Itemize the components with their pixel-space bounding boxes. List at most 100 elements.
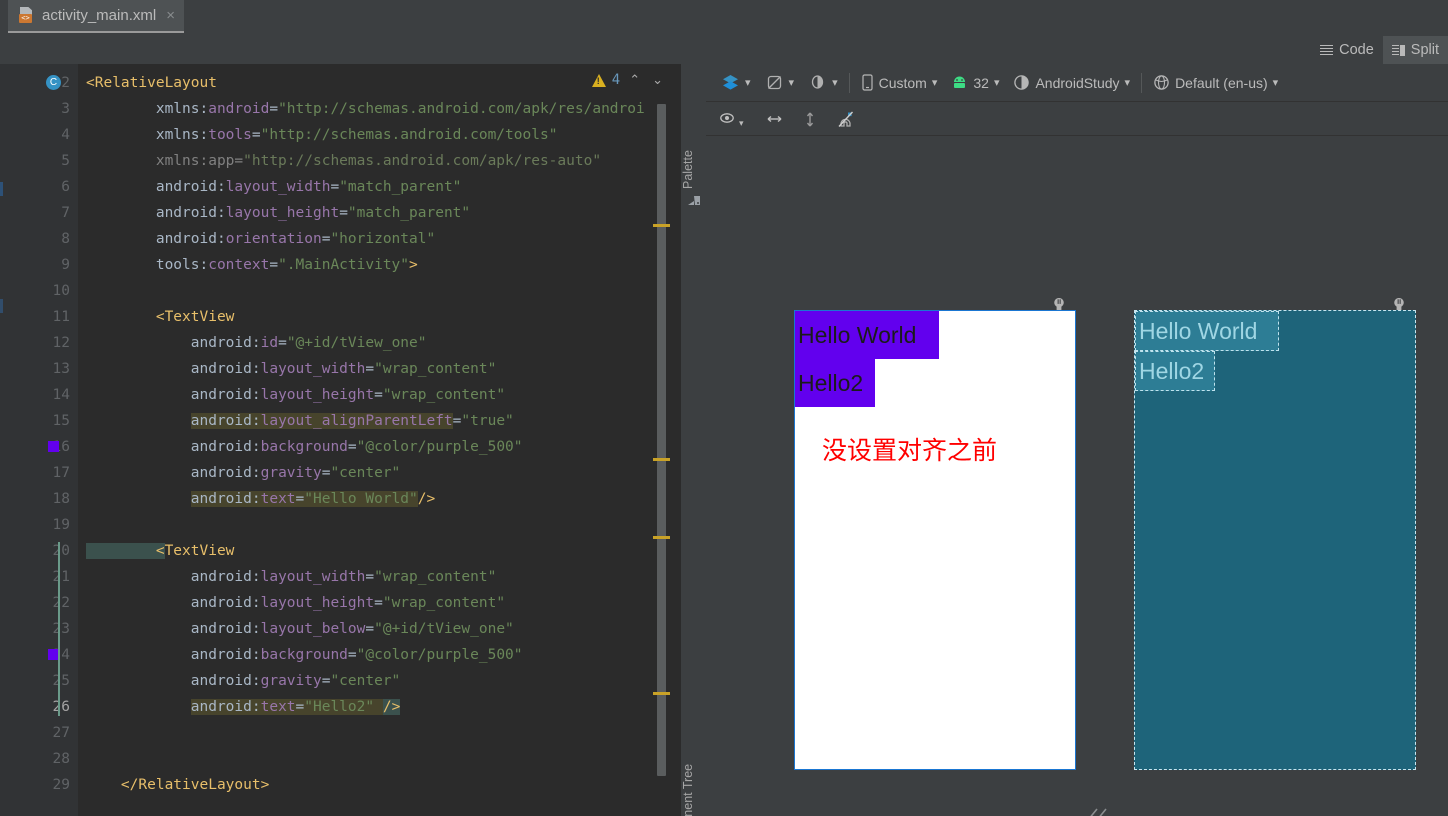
horizontal-guideline-button[interactable] [765,105,784,133]
code-token: > [409,257,418,273]
chevron-down-icon[interactable]: ▾ [994,76,1000,89]
code-line[interactable] [78,746,680,772]
code-line[interactable]: android:layout_height="wrap_content" [78,590,680,616]
code-line[interactable]: android:gravity="center" [78,460,680,486]
line-number: 14 [52,387,70,403]
editor-tab-activity-main-xml[interactable]: <> activity_main.xml × [8,0,184,33]
resize-handle-icon[interactable] [1082,806,1110,816]
preview-canvas[interactable]: Hello World Hello2 没设置对齐之前 Hello World H… [706,136,1448,816]
editor-tab-bar: <> activity_main.xml × [0,0,1448,33]
chevron-down-icon[interactable]: ▾ [1125,76,1131,89]
code-line[interactable]: <TextView [78,304,680,330]
code-line[interactable]: xmlns:tools="http://schemas.android.com/… [78,122,680,148]
chevron-down-icon[interactable]: ▾ [1273,76,1279,89]
chevron-down-icon[interactable]: ▾ [745,76,751,89]
textview-hello2-blueprint[interactable]: Hello2 [1135,351,1215,391]
code-editor[interactable]: 2 3 4 5 6 7 8 9 10 11 12 13 14 15 16 17 18 19 20 21 22 23 24 25… [0,64,680,816]
code-token: android: [86,335,261,351]
code-token: android [208,101,270,117]
autoconnect-toggle-button[interactable] [836,105,855,133]
chevron-down-icon[interactable]: ▾ [789,76,795,89]
blueprint-preview-screen[interactable]: Hello World Hello2 [1134,310,1416,770]
code-line[interactable]: android:text="Hello World"/> [78,486,680,512]
code-token: background [260,439,348,455]
scrollbar-warning-mark[interactable] [653,224,670,227]
textview-hello2-label: Hello2 [798,369,864,396]
code-token: android: [86,673,261,689]
locale-selector[interactable]: Default (en-us) ▾ [1146,69,1285,97]
chevron-down-icon[interactable]: ▾ [932,76,938,89]
code-line[interactable]: android:text="Hello2" /> [78,694,680,720]
code-line[interactable]: tools:context=".MainActivity"> [78,252,680,278]
code-line[interactable]: android:layout_alignParentLeft="true" [78,408,680,434]
code-line[interactable]: android:orientation="horizontal" [78,226,680,252]
device-selector[interactable]: Custom ▾ [854,69,945,97]
code-line[interactable]: android:layout_width="wrap_content" [78,564,680,590]
code-line[interactable]: </RelativeLayout> [78,772,680,798]
chevron-down-icon[interactable]: ▾ [832,76,838,89]
editor-scrollbar[interactable] [657,104,666,776]
close-icon[interactable]: × [166,7,175,24]
code-token: = [269,257,279,273]
code-line[interactable]: android:layout_width="match_parent" [78,174,680,200]
code-token: = [278,335,287,351]
color-swatch-icon[interactable] [48,441,59,452]
code-line[interactable]: android:layout_below="@+id/tView_one" [78,616,680,642]
code-token: android: [86,387,261,403]
code-view-button[interactable]: Code [1311,36,1383,64]
line-number: 7 [61,205,70,221]
code-token: = [365,569,375,585]
code-line[interactable]: android:background="@color/purple_500" [78,642,680,668]
vertical-guideline-button[interactable] [802,105,818,133]
code-line[interactable] [78,720,680,746]
code-line[interactable]: android:id="@+id/tView_one" [78,330,680,356]
line-number: 27 [52,725,70,741]
theme-button[interactable]: ▾ [801,69,845,97]
design-toolbar-secondary: ▾ [706,103,1448,136]
code-token: android: [86,621,261,637]
code-line[interactable]: android:layout_height="wrap_content" [78,382,680,408]
orientation-button[interactable]: ▾ [758,69,802,97]
chevron-down-icon[interactable]: ▾ [739,118,744,129]
scrollbar-warning-mark[interactable] [653,458,670,461]
code-line[interactable]: android:gravity="center" [78,668,680,694]
api-selector[interactable]: 32 ▾ [944,69,1006,97]
code-line[interactable] [78,278,680,304]
code-line[interactable] [78,512,680,538]
code-line[interactable]: <RelativeLayout [78,70,680,96]
scrollbar-warning-mark[interactable] [653,536,670,539]
textview-hello-world-render[interactable]: Hello World [795,311,939,359]
line-number: 28 [52,751,70,767]
theme-selector[interactable]: AndroidStudy ▾ [1006,69,1137,97]
code-token: "http://schemas.android.com/apk/res-auto… [243,153,602,169]
code-token: background [260,647,348,663]
code-line[interactable]: xmlns:android="http://schemas.android.co… [78,96,680,122]
change-marker [0,182,3,196]
active-fold-region-line [58,542,60,716]
code-line[interactable]: android:background="@color/purple_500" [78,434,680,460]
tool-tab-component-tree[interactable]: Component Tree [681,740,707,816]
textview-hello-world-blueprint[interactable]: Hello World [1135,311,1279,351]
code-view-label: Code [1339,42,1374,58]
code-line[interactable]: <TextView [78,538,680,564]
class-marker-icon[interactable]: C [46,75,61,90]
code-token: = [339,205,348,221]
tool-tab-palette[interactable]: Palette [681,146,707,194]
code-line[interactable]: android:layout_height="match_parent" [78,200,680,226]
line-number: 11 [52,309,70,325]
code-line[interactable]: xmlns:app="http://schemas.android.com/ap… [78,148,680,174]
design-surface-mode-button[interactable]: ▾ [714,69,758,97]
scrollbar-warning-mark[interactable] [653,692,670,695]
prev-problem-icon[interactable]: ⌃ [626,72,643,88]
editor-gutter[interactable]: 2 3 4 5 6 7 8 9 10 11 12 13 14 15 16 17 18 19 20 21 22 23 24 25… [10,64,89,816]
line-number: 18 [52,491,70,507]
split-view-button[interactable]: Split [1382,36,1448,64]
code-line[interactable]: android:layout_width="wrap_content" [78,356,680,382]
next-problem-icon[interactable]: ⌄ [649,72,666,88]
split-view-icon [1391,44,1405,56]
visibility-button[interactable]: ▾ [719,105,747,133]
phone-icon [861,74,873,91]
render-preview-screen[interactable]: Hello World Hello2 没设置对齐之前 [794,310,1076,770]
textview-hello2-render[interactable]: Hello2 [795,359,875,407]
editor-code-area[interactable]: <RelativeLayout xmlns:android="http://sc… [78,64,680,816]
